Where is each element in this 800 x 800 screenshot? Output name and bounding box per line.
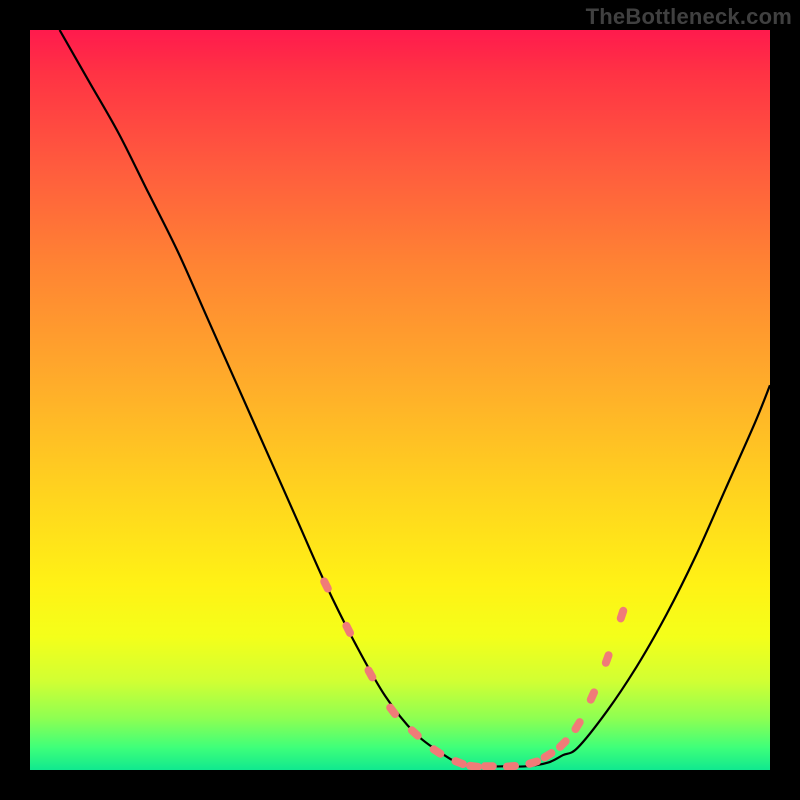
curve-marker [341,620,355,638]
watermark-text: TheBottleneck.com [586,4,792,30]
curve-marker-group [319,576,628,770]
bottleneck-curve-svg [30,30,770,770]
curve-marker [466,761,483,770]
curve-marker [319,576,333,594]
bottleneck-curve [60,30,770,767]
curve-marker [503,762,520,770]
curve-marker [585,687,599,705]
curve-marker [481,762,497,770]
curve-marker [601,650,614,668]
curve-marker [450,756,468,769]
curve-marker [385,702,401,720]
curve-path-group [60,30,770,767]
curve-marker [616,606,629,624]
curve-marker [570,717,585,735]
curve-marker [524,756,542,768]
curve-marker [554,736,571,753]
